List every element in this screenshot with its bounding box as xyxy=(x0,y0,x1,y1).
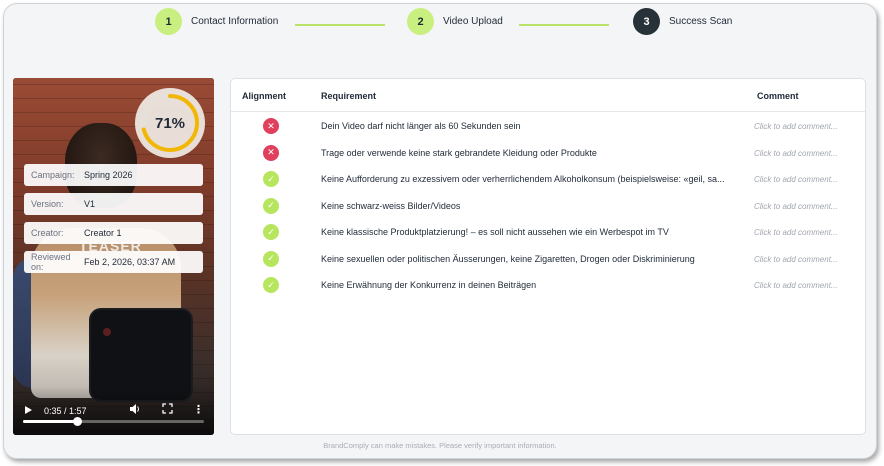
requirement-text: Trage oder verwende keine stark gebrande… xyxy=(321,147,597,158)
x-icon: ✕ xyxy=(263,144,279,161)
meta-campaign: Campaign: Spring 2026 xyxy=(24,164,203,186)
meta-label: Reviewed on: xyxy=(31,252,71,272)
video-time: 0:35 / 1:57 xyxy=(44,406,87,416)
video-phone-lens xyxy=(103,328,111,336)
requirement-text: Keine Aufforderung zu exzessivem oder ve… xyxy=(321,174,725,184)
comment-field[interactable]: Click to add comment... xyxy=(754,255,854,264)
table-row: ✓ Keine Erwähnung der Konkurrenz in deine… xyxy=(231,272,865,298)
step-label: Contact Information xyxy=(191,16,279,27)
score-badge: 71% xyxy=(135,88,205,158)
check-icon: ✓ xyxy=(263,171,279,187)
check-icon: ✓ xyxy=(263,250,279,267)
requirement-text: Keine schwarz-weiss Bilder/Videos xyxy=(321,200,461,211)
step-label: Success Scan xyxy=(669,16,733,27)
meta-label: Version: xyxy=(31,199,64,209)
meta-value: Spring 2026 xyxy=(84,170,133,180)
requirement-text: Keine sexuellen oder politischen Äusseru… xyxy=(321,253,695,264)
column-header-requirement: Requirement xyxy=(321,91,377,101)
requirement-text: Keine Erwähnung der Konkurrenz in deinen… xyxy=(321,280,537,290)
requirement-text: Keine klassische Produktplatzierung! – e… xyxy=(321,227,669,237)
meta-version: Version: V1 xyxy=(24,193,203,215)
step-label: Video Upload xyxy=(443,16,503,27)
step-number: 3 xyxy=(633,8,660,35)
requirements-table: Alignment Requirement Comment ✕ Dein Vide… xyxy=(230,78,866,435)
more-vertical-icon[interactable]: ⋮ xyxy=(193,403,204,416)
score-value: 71% xyxy=(154,114,186,132)
meta-reviewed-on: Reviewed on: Feb 2, 2026, 03:37 AM xyxy=(24,251,203,273)
app-window: 1 Contact Information 2 Video Upload 3 S… xyxy=(3,3,877,459)
meta-label: Creator: xyxy=(31,228,64,238)
check-icon: ✓ xyxy=(263,197,279,214)
meta-value: Creator 1 xyxy=(84,228,122,238)
comment-field[interactable]: Click to add comment... xyxy=(754,281,854,290)
play-icon[interactable] xyxy=(25,406,32,414)
disclaimer-text: BrandComply can make mistakes. Please ve… xyxy=(323,441,557,450)
comment-field[interactable]: Click to add comment... xyxy=(754,149,854,158)
comment-field[interactable]: Click to add comment... xyxy=(754,202,854,211)
table-row: ✕ Dein Video darf nicht länger als 60 Sek… xyxy=(231,113,865,139)
table-header: Alignment Requirement Comment xyxy=(231,79,865,112)
meta-value: Feb 2, 2026, 03:37 AM xyxy=(84,257,176,267)
comment-field[interactable]: Click to add comment... xyxy=(754,175,854,184)
step-connector xyxy=(519,24,609,26)
table-row: ✕ Trage oder verwende keine stark gebrand… xyxy=(231,140,865,166)
seek-bar-handle[interactable] xyxy=(72,417,82,426)
meta-value: V1 xyxy=(84,199,96,209)
check-icon: ✓ xyxy=(263,277,279,293)
table-row: ✓ Keine Aufforderung zu exzessivem oder v… xyxy=(231,166,865,192)
step-contact-information[interactable]: 1 Contact Information xyxy=(155,8,278,35)
meta-label: Campaign: xyxy=(31,170,75,180)
step-connector xyxy=(295,24,385,26)
meta-creator: Creator: Creator 1 xyxy=(24,222,203,244)
x-icon: ✕ xyxy=(263,118,279,134)
column-header-alignment: Alignment xyxy=(242,91,286,101)
fullscreen-icon[interactable] xyxy=(162,403,173,416)
step-number: 2 xyxy=(407,8,434,35)
comment-field[interactable]: Click to add comment... xyxy=(754,122,854,131)
table-row: ✓ Keine sexuellen oder politischen Äusser… xyxy=(231,246,865,272)
volume-icon[interactable] xyxy=(129,403,141,417)
table-row: ✓ Keine schwarz-weiss Bilder/Videos Click … xyxy=(231,193,865,219)
video-player[interactable]: TEASER 71% Campaign: Spring 2026 Version… xyxy=(13,78,214,435)
step-video-upload[interactable]: 2 Video Upload xyxy=(407,8,503,35)
check-icon: ✓ xyxy=(263,224,279,240)
step-success-scan[interactable]: 3 Success Scan xyxy=(633,8,732,35)
step-number: 1 xyxy=(155,8,182,35)
comment-field[interactable]: Click to add comment... xyxy=(754,228,854,237)
requirement-text: Dein Video darf nicht länger als 60 Seku… xyxy=(321,121,521,131)
table-row: ✓ Keine klassische Produktplatzierung! – … xyxy=(231,219,865,245)
video-controls: 0:35 / 1:57 ⋮ xyxy=(13,387,214,435)
column-header-comment: Comment xyxy=(757,91,799,101)
seek-bar-fill xyxy=(23,420,78,423)
seek-bar[interactable] xyxy=(23,417,204,426)
progress-stepper: 1 Contact Information 2 Video Upload 3 S… xyxy=(4,8,876,42)
